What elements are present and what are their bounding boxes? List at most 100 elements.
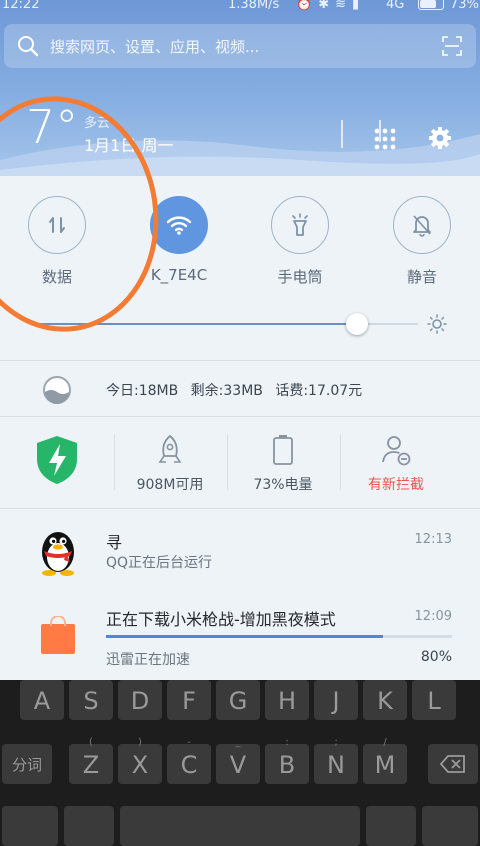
data-balance: 话费:17.07元 [275, 383, 363, 399]
key-symbol: _ [235, 737, 241, 748]
flashlight-icon [292, 213, 308, 236]
key-backspace[interactable] [428, 744, 478, 784]
memory-cleanup[interactable]: 908M可用 [113, 434, 227, 494]
key-c[interactable]: -C [167, 738, 211, 784]
intercept-item[interactable]: 有新拦截 [339, 434, 453, 494]
user-block-icon [382, 436, 411, 466]
toggle-label: 手电筒 [277, 268, 323, 286]
gear-icon[interactable] [428, 126, 452, 150]
notification-download[interactable]: 正在下载小米枪战-增加黑夜模式 12:09 迅雷正在加速 80% [0, 588, 480, 680]
key-symbol: ) [138, 737, 142, 748]
brightness-sun-icon[interactable] [427, 314, 447, 334]
key-letter: M [374, 751, 396, 779]
key-letter: F [182, 687, 196, 715]
progress-percent: 80% [420, 649, 452, 665]
battery-label: 73%电量 [253, 477, 313, 493]
alarm-icon: ⏰ [296, 0, 319, 12]
mute-bell-icon [413, 215, 431, 237]
notification-time: 12:09 [414, 609, 452, 624]
data-ball-icon [43, 376, 71, 404]
battery-icon [418, 0, 444, 10]
intercept-label: 有新拦截 [368, 477, 424, 493]
battery-saver[interactable]: 73%电量 [226, 434, 340, 494]
key-h[interactable]: H [265, 680, 309, 720]
divider [0, 508, 480, 509]
key-d[interactable]: D [118, 680, 162, 720]
key-x[interactable]: ) X [118, 738, 162, 784]
notification-subtitle: QQ正在后台运行 [106, 555, 213, 571]
key-letter: L [427, 687, 441, 715]
progress-fill [106, 635, 383, 638]
status-bar: 12:22 1.38M/s ⏰✱≋▮ 4G 73% [0, 0, 480, 16]
key-letter: K [377, 687, 393, 715]
key-letter: Z [82, 751, 100, 779]
download-progress-bar [106, 635, 452, 638]
toggle-label: 静音 [406, 268, 437, 286]
key-n[interactable]: ; N [314, 738, 358, 784]
status-battery: 73% [450, 0, 479, 12]
search-icon [18, 36, 39, 57]
slider-thumb[interactable] [346, 313, 369, 335]
key-space[interactable] [120, 806, 360, 846]
security-row: 908M可用 73%电量 有新拦截 [0, 420, 480, 508]
notification-time: 12:13 [414, 532, 452, 547]
wifi-icon [166, 216, 192, 235]
apps-grid-icon[interactable] [374, 128, 396, 150]
key-letter: H [277, 687, 297, 715]
key[interactable] [366, 806, 416, 846]
divider [0, 360, 480, 361]
key-fenci[interactable]: 分词 [2, 744, 52, 784]
status-icons: ⏰✱≋▮ [296, 0, 365, 12]
key-a[interactable]: A [20, 680, 64, 720]
rocket-icon [158, 434, 182, 463]
backspace-icon [439, 755, 465, 773]
notification-subtitle: 迅雷正在加速 [106, 652, 190, 668]
key[interactable] [2, 806, 58, 846]
key-symbol: / [383, 737, 387, 748]
key-z[interactable]: (Z [69, 738, 113, 784]
data-today: 今日:18MB [106, 383, 179, 399]
key-letter: J [332, 687, 340, 715]
key-letter: X [131, 751, 149, 779]
qq-penguin-icon [42, 532, 74, 576]
key-b[interactable]: :B [265, 738, 309, 784]
shield-icon[interactable] [34, 434, 80, 486]
key-letter: A [33, 687, 51, 715]
key-letter: N [327, 751, 345, 779]
key-g[interactable]: G [216, 680, 260, 720]
toggle-mute[interactable]: 静音 [382, 196, 462, 287]
key-k[interactable]: K [363, 680, 407, 720]
key-letter: G [228, 687, 248, 715]
data-remaining: 剩余:33MB [190, 383, 263, 399]
notification-qq[interactable]: 寻 QQ正在后台运行 12:13 [0, 512, 480, 588]
toggle-label: K_7E4C [150, 266, 208, 284]
key-l[interactable]: L [412, 680, 456, 720]
key-symbol: ; [334, 737, 338, 748]
key-m[interactable]: / M [363, 738, 407, 784]
key-letter: D [130, 687, 150, 715]
key[interactable] [422, 806, 478, 846]
toggle-flashlight[interactable]: 手电筒 [260, 196, 340, 287]
search-bar[interactable]: 搜索网页、设置、应用、视频... [4, 24, 476, 68]
bluetooth-icon: ✱ [318, 0, 336, 12]
key[interactable] [64, 806, 114, 846]
status-time: 12:22 [2, 0, 40, 12]
keyboard: ASDFGHJKL 分词 (Z) X - C _ V: B; N / M [0, 680, 480, 846]
key-j[interactable]: J [314, 680, 358, 720]
battery-status-icon [273, 435, 293, 465]
key-letter: B [278, 751, 296, 779]
key-s[interactable]: S [69, 680, 113, 720]
key-symbol: - [187, 737, 191, 748]
key-f[interactable]: F [167, 680, 211, 720]
divider [0, 416, 480, 417]
key-symbol: ( [89, 737, 93, 748]
shopping-bag-icon [41, 616, 75, 654]
notification-title: 寻 [106, 533, 123, 552]
key-letter: V [229, 751, 247, 779]
data-usage-row[interactable]: 今日:18MB 剩余:33MB 话费:17.07元 [0, 362, 480, 416]
scan-icon[interactable] [442, 36, 462, 56]
signal-icon: ▮ [352, 0, 366, 12]
key-v[interactable]: _ V [216, 738, 260, 784]
status-net-speed: 1.38M/s [228, 0, 280, 12]
status-network: 4G [386, 0, 405, 12]
